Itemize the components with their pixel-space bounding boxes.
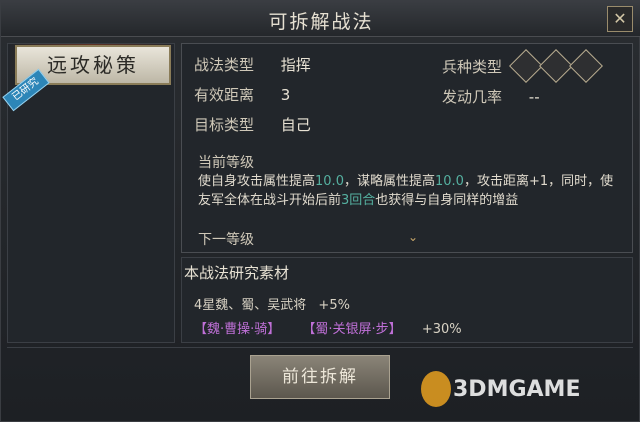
material-row-specific: 【魏·曹操·骑】 【蜀·关银屏·步】 +30% — [194, 318, 462, 337]
range-row: 有效距离 3 — [194, 84, 290, 105]
archer-icon — [569, 49, 603, 83]
current-level-title: 当前等级 — [198, 155, 254, 171]
target-label: 目标类型 — [194, 116, 255, 134]
range-label: 有效距离 — [194, 86, 255, 104]
material-title: 本战法研究素材 — [184, 264, 290, 282]
material-row-generic: 4星魏、蜀、吴武将 +5% — [194, 294, 350, 313]
troop-type-icons — [509, 49, 603, 83]
title-bar: 可拆解战法 ✕ — [1, 1, 640, 37]
rate-label: 发动几率 — [442, 88, 503, 106]
attack-bonus-value: 10.0 — [315, 174, 344, 189]
rate-row: 发动几率 -- — [442, 86, 540, 107]
go-dismantle-button[interactable]: 前往拆解 — [250, 355, 390, 399]
close-button[interactable]: ✕ — [607, 6, 633, 32]
target-value: 自己 — [280, 116, 311, 134]
watermark-text: 3DMGAME — [453, 377, 581, 402]
tactic-type-value: 指挥 — [280, 56, 311, 74]
strategy-bonus-value: 10.0 — [434, 174, 464, 189]
tactic-info-panel: 战法类型 指挥 有效距离 3 目标类型 自己 兵种类型 发动几率 -- 当前等级… — [181, 43, 633, 253]
research-material-panel: 本战法研究素材 4星魏、蜀、吴武将 +5% 【魏·曹操·骑】 【蜀·关银屏·步】… — [181, 257, 633, 343]
target-row: 目标类型 自己 — [194, 114, 311, 135]
dialog: 可拆解战法 ✕ 战法 远攻秘策 已研究 战法类型 指挥 有效距离 3 目标类型 … — [0, 0, 640, 422]
next-level-title: 下一等级 — [198, 232, 254, 248]
infantry-icon — [539, 49, 573, 83]
material-generic-text: 4星魏、蜀、吴武将 — [194, 298, 307, 313]
rounds-value: 3回合 — [341, 193, 376, 208]
material-item-caocao: 【魏·曹操·骑】 — [194, 322, 281, 337]
tactic-type-row: 战法类型 指挥 — [194, 54, 311, 75]
cavalry-icon — [509, 49, 543, 83]
range-value: 3 — [280, 86, 291, 104]
tactic-description: 使自身攻击属性提高10.0，谋略属性提高10.0，攻击距离+1，同时，使友军全体… — [198, 174, 614, 208]
dialog-title: 可拆解战法 — [268, 11, 374, 33]
rate-value: -- — [528, 88, 540, 106]
chevron-down-icon[interactable]: ⌄ — [408, 230, 418, 244]
tactic-type-label: 战法类型 — [194, 56, 255, 74]
material-generic-pct: +5% — [318, 298, 350, 313]
close-icon: ✕ — [613, 9, 627, 28]
material-item-guanyinping: 【蜀·关银屏·步】 — [302, 322, 402, 337]
footer-divider — [7, 347, 633, 348]
material-specific-pct: +30% — [421, 322, 462, 337]
watermark-logo-icon — [421, 371, 451, 407]
